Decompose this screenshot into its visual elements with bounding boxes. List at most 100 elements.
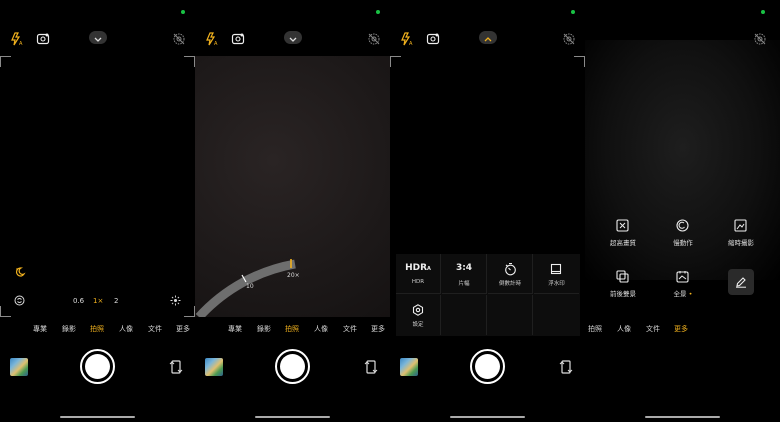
mode-label: 縮時攝影 (728, 239, 754, 247)
mode-document[interactable]: 文件 (148, 324, 162, 334)
pencil-icon (736, 277, 746, 288)
switch-camera-icon[interactable] (364, 359, 378, 375)
setting-watermark[interactable]: 浮水印 (534, 254, 579, 294)
mode-portrait[interactable]: 人像 (119, 324, 133, 334)
quick-settings-panel: HDRA HDR 3:4 片幅 倒數計時 浮水印 設定 (396, 254, 580, 336)
shutter-button[interactable] (275, 349, 310, 384)
mode-document[interactable]: 文件 (646, 324, 660, 334)
home-indicator[interactable] (645, 416, 720, 418)
setting-settings[interactable]: 設定 (396, 295, 441, 335)
panorama-icon (676, 271, 689, 283)
face-effects-icon[interactable] (36, 32, 50, 46)
mode-panorama[interactable]: 全景 • (658, 270, 708, 306)
privacy-indicator-dot (761, 10, 765, 14)
zoom-level-1x[interactable]: 1× (93, 297, 103, 305)
home-indicator[interactable] (60, 416, 135, 418)
svg-text:A: A (409, 41, 413, 46)
setting-label: HDR (411, 279, 425, 285)
frame-corner (574, 56, 585, 67)
frame-corner (390, 56, 401, 67)
edit-modes-button[interactable] (728, 269, 754, 295)
privacy-indicator-dot (376, 10, 380, 14)
chevron-down-icon (94, 37, 102, 42)
gallery-thumbnail[interactable] (205, 358, 223, 376)
chevron-up-icon (484, 37, 492, 42)
switch-camera-icon[interactable] (559, 359, 573, 375)
mode-label: 超高畫質 (610, 239, 636, 247)
flash-auto-icon[interactable]: A (205, 32, 219, 46)
empty-cell (442, 295, 487, 335)
frame-corner (184, 56, 195, 67)
setting-label: 片幅 (458, 281, 470, 287)
live-photo-off-icon[interactable] (562, 32, 576, 46)
color-filter-icon[interactable] (14, 295, 25, 306)
camera-screen-zoom: A 10 20× 專業 錄影 拍照 人像 文件 更多 (195, 0, 390, 422)
aspect-ratio-icon: 3:4 (455, 263, 473, 273)
mode-label: 前後雙景 (610, 290, 636, 298)
mode-dual-view[interactable]: 前後雙景 (598, 270, 648, 306)
setting-label: 設定 (412, 322, 424, 328)
gallery-thumbnail[interactable] (10, 358, 28, 376)
flash-auto-icon[interactable]: A (10, 32, 24, 46)
live-photo-off-icon[interactable] (367, 32, 381, 46)
new-badge: • (688, 290, 693, 298)
camera-screen-photo: A 0.6 1× 2 專業 錄影 拍照 人像 文件 更多 (0, 0, 195, 422)
mode-label: 慢動作 (673, 239, 693, 247)
face-effects-icon[interactable] (231, 32, 245, 46)
mode-ultra-hd[interactable]: 超高畫質 (598, 219, 648, 255)
zoom-dial-label-10: 10 (246, 283, 254, 290)
flash-auto-icon[interactable]: A (400, 32, 414, 46)
expand-settings-button[interactable] (284, 31, 302, 44)
mode-video[interactable]: 錄影 (62, 324, 76, 334)
frame-corner (184, 306, 195, 317)
camera-screen-quick-settings: A HDRA HDR 3:4 片幅 倒數計時 浮水印 設定 (390, 0, 585, 422)
svg-text:A: A (214, 41, 218, 46)
mode-document[interactable]: 文件 (343, 324, 357, 334)
chevron-down-icon (289, 37, 297, 42)
mode-photo[interactable]: 拍照 (285, 324, 299, 334)
live-photo-off-icon[interactable] (753, 32, 767, 46)
dual-view-icon (616, 270, 629, 283)
collapse-settings-button[interactable] (479, 31, 497, 44)
mode-portrait[interactable]: 人像 (617, 324, 631, 334)
settings-icon (412, 304, 424, 316)
privacy-indicator-dot (181, 10, 185, 14)
zoom-level-2[interactable]: 2 (114, 297, 118, 305)
setting-timer[interactable]: 倒數計時 (488, 254, 533, 294)
setting-hdr[interactable]: HDRA HDR (396, 254, 441, 294)
setting-aspect-ratio[interactable]: 3:4 片幅 (442, 254, 487, 294)
mode-more[interactable]: 更多 (371, 324, 385, 334)
mode-portrait[interactable]: 人像 (314, 324, 328, 334)
switch-camera-icon[interactable] (169, 359, 183, 375)
mode-more[interactable]: 更多 (176, 324, 190, 334)
mode-time-lapse[interactable]: 縮時攝影 (716, 219, 766, 255)
mode-photo[interactable]: 拍照 (588, 324, 602, 334)
expand-settings-button[interactable] (89, 31, 107, 44)
empty-cell (534, 295, 579, 335)
mode-video[interactable]: 錄影 (257, 324, 271, 334)
zoom-dial-label-20x: 20× (287, 272, 300, 279)
mode-pro[interactable]: 專業 (228, 324, 242, 334)
mode-label-text: 全景 (673, 290, 687, 298)
ultra-hd-icon (616, 219, 629, 232)
live-photo-off-icon[interactable] (172, 32, 186, 46)
mode-label: 全景 • (658, 288, 708, 298)
mode-pro[interactable]: 專業 (33, 324, 47, 334)
frame-corner (0, 306, 11, 317)
mode-selector: 拍照 人像 文件 更多 (585, 324, 780, 338)
zoom-level-0-6[interactable]: 0.6 (73, 297, 84, 305)
gallery-thumbnail[interactable] (400, 358, 418, 376)
hdr-icon-text: HDR (405, 263, 428, 273)
mode-photo[interactable]: 拍照 (90, 324, 104, 334)
home-indicator[interactable] (255, 416, 330, 418)
ai-scene-icon[interactable] (170, 295, 181, 306)
night-mode-icon[interactable] (14, 266, 26, 278)
home-indicator[interactable] (450, 416, 525, 418)
watermark-icon (550, 263, 562, 275)
mode-more[interactable]: 更多 (674, 324, 688, 334)
mode-slow-motion[interactable]: 慢動作 (658, 219, 708, 255)
shutter-button[interactable] (470, 349, 505, 384)
setting-label: 浮水印 (548, 281, 565, 287)
face-effects-icon[interactable] (426, 32, 440, 46)
shutter-button[interactable] (80, 349, 115, 384)
